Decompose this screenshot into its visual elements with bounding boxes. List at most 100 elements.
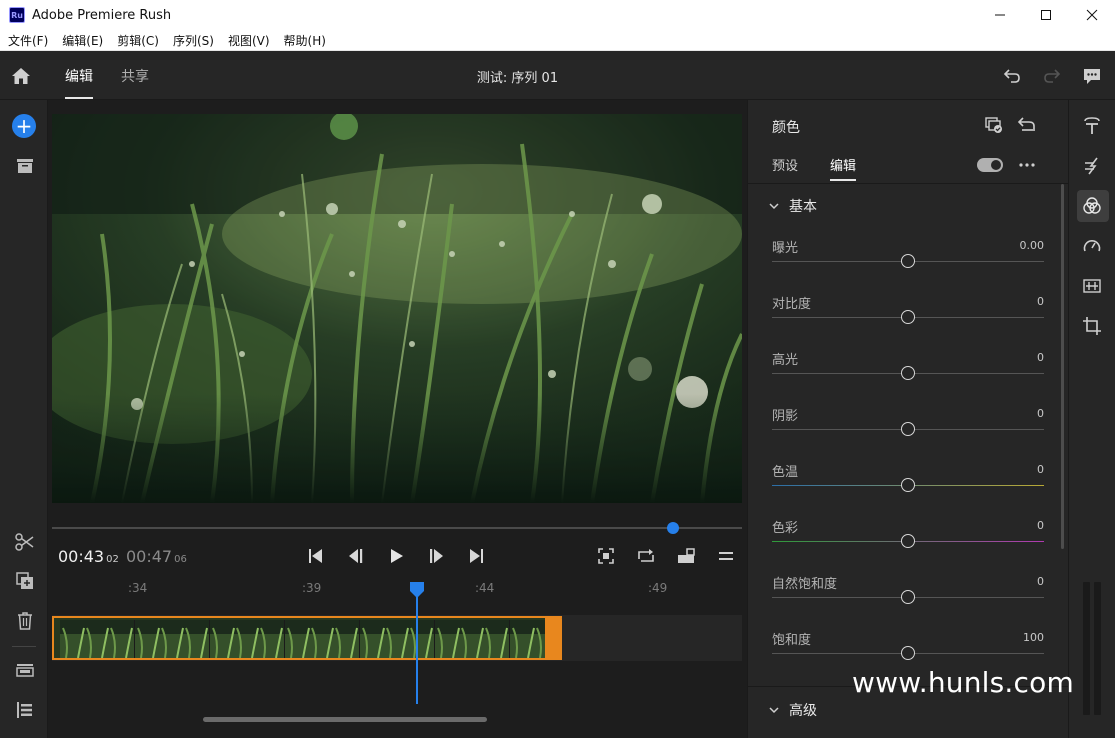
menu-lines-icon bbox=[719, 552, 733, 560]
slider-value[interactable]: 0 bbox=[1037, 519, 1044, 532]
slider-row: 对比度 0 bbox=[772, 293, 1044, 349]
slider-value[interactable]: 0.00 bbox=[1020, 239, 1045, 252]
slider-value[interactable]: 0 bbox=[1037, 575, 1044, 588]
section-basic-label: 基本 bbox=[789, 199, 817, 215]
titles-button[interactable] bbox=[1082, 116, 1102, 136]
maximize-button[interactable] bbox=[1023, 0, 1069, 30]
skip-to-end-icon bbox=[470, 549, 483, 563]
undo-button[interactable] bbox=[1002, 66, 1022, 86]
menu-help[interactable]: 帮助(H) bbox=[277, 32, 333, 49]
minimize-button[interactable] bbox=[977, 0, 1023, 30]
slider-value[interactable]: 0 bbox=[1037, 295, 1044, 308]
clip-thumbnail bbox=[360, 620, 435, 658]
duration-time: 00:47 bbox=[126, 547, 173, 566]
scrub-handle[interactable] bbox=[667, 522, 679, 534]
feedback-button[interactable] bbox=[1082, 66, 1102, 86]
panel-scrollbar[interactable] bbox=[1061, 184, 1064, 549]
clip-thumbnail bbox=[60, 620, 135, 658]
more-horizontal-icon bbox=[1019, 163, 1035, 167]
slider-label: 色温 bbox=[772, 465, 799, 480]
duplicate-button[interactable] bbox=[14, 570, 36, 592]
tab-presets[interactable]: 预设 bbox=[772, 155, 798, 174]
video-preview[interactable] bbox=[52, 114, 742, 503]
clip-thumbnail bbox=[285, 620, 360, 658]
clip-thumbnail bbox=[210, 620, 285, 658]
go-to-end-button[interactable] bbox=[466, 546, 486, 566]
track-controls-button[interactable] bbox=[14, 659, 36, 681]
next-frame-button[interactable] bbox=[426, 546, 446, 566]
slider-value[interactable]: 0 bbox=[1037, 463, 1044, 476]
timeline-options-button[interactable] bbox=[716, 546, 736, 566]
menu-view[interactable]: 视图(V) bbox=[221, 32, 277, 49]
close-button[interactable] bbox=[1069, 0, 1115, 30]
timeline-tracks-button[interactable] bbox=[14, 699, 36, 721]
color-button[interactable] bbox=[1082, 196, 1102, 216]
app-top-bar: 编辑 共享 测试: 序列 01 bbox=[0, 51, 1115, 100]
video-clip[interactable] bbox=[52, 616, 562, 660]
delete-button[interactable] bbox=[14, 610, 36, 632]
slider-knob[interactable] bbox=[901, 366, 915, 380]
reset-button[interactable] bbox=[1017, 115, 1037, 135]
previous-frame-button[interactable] bbox=[346, 546, 366, 566]
slider-value[interactable]: 0 bbox=[1037, 407, 1044, 420]
loop-button[interactable] bbox=[636, 546, 656, 566]
speed-button[interactable] bbox=[1082, 236, 1102, 256]
slider-row: 阴影 0 bbox=[772, 405, 1044, 461]
menu-sequence[interactable]: 序列(S) bbox=[166, 32, 221, 49]
fit-view-button[interactable] bbox=[596, 546, 616, 566]
play-button[interactable] bbox=[386, 546, 406, 566]
slider-knob[interactable] bbox=[901, 534, 915, 548]
toolbar-divider bbox=[12, 646, 36, 647]
align-left-icon bbox=[17, 702, 32, 718]
slider-value[interactable]: 100 bbox=[1023, 631, 1044, 644]
watermark-text: www.hunls.com bbox=[852, 666, 1074, 699]
slider-row: 曝光 0.00 bbox=[772, 237, 1044, 293]
left-toolbar: + bbox=[0, 100, 48, 738]
aspect-ratio-button[interactable] bbox=[676, 546, 696, 566]
menu-clip[interactable]: 剪辑(C) bbox=[110, 32, 166, 49]
window-controls bbox=[977, 0, 1115, 30]
reset-icon bbox=[1017, 117, 1035, 131]
section-advanced-header[interactable]: 高级 bbox=[768, 700, 817, 720]
timeline-ruler[interactable]: :34 :39 :44 :49 bbox=[49, 578, 746, 600]
clip-trim-handle[interactable] bbox=[545, 618, 562, 658]
menu-edit[interactable]: 编辑(E) bbox=[55, 32, 110, 49]
scrub-bar[interactable] bbox=[52, 522, 742, 534]
slider-knob[interactable] bbox=[901, 310, 915, 324]
section-basic-header[interactable]: 基本 bbox=[768, 196, 817, 216]
copy-to-clips-button[interactable] bbox=[984, 115, 1004, 135]
slider-knob[interactable] bbox=[901, 590, 915, 604]
current-frames: 02 bbox=[106, 554, 119, 565]
slider-label: 对比度 bbox=[772, 297, 812, 312]
tab-edit-color[interactable]: 编辑 bbox=[830, 155, 857, 181]
clip-thumbnail bbox=[135, 620, 210, 658]
color-panel: 颜色 预设 编辑 基本 曝光 0.00 对比度 0 高光 0 阴影 0 色温 0 色彩 0 自然饱和度 0… bbox=[747, 100, 1069, 738]
more-options-button[interactable] bbox=[1017, 155, 1037, 175]
skip-to-start-icon bbox=[309, 549, 322, 563]
transitions-icon bbox=[1085, 157, 1098, 175]
slider-knob[interactable] bbox=[901, 254, 915, 268]
slider-label: 色彩 bbox=[772, 521, 799, 536]
window-title: Adobe Premiere Rush bbox=[32, 7, 172, 23]
redo-button[interactable] bbox=[1042, 66, 1062, 86]
add-media-button[interactable]: + bbox=[12, 114, 36, 138]
slider-knob[interactable] bbox=[901, 422, 915, 436]
menu-file[interactable]: 文件(F) bbox=[0, 32, 55, 49]
menu-bar: 文件(F) 编辑(E) 剪辑(C) 序列(S) 视图(V) 帮助(H) bbox=[0, 30, 1115, 51]
titles-icon bbox=[1084, 117, 1100, 134]
transitions-button[interactable] bbox=[1082, 156, 1102, 176]
slider-knob[interactable] bbox=[901, 478, 915, 492]
audio-button[interactable] bbox=[1082, 276, 1102, 296]
step-back-icon bbox=[349, 549, 363, 563]
transform-button[interactable] bbox=[1082, 316, 1102, 336]
split-clip-button[interactable] bbox=[14, 531, 36, 553]
copy-layers-icon bbox=[985, 117, 1002, 133]
project-title: 测试: 序列 01 bbox=[476, 71, 559, 86]
project-assets-button[interactable] bbox=[14, 155, 36, 177]
timeline-horizontal-scrollbar[interactable] bbox=[203, 717, 487, 722]
slider-value[interactable]: 0 bbox=[1037, 351, 1044, 364]
color-enable-toggle[interactable] bbox=[977, 158, 1003, 172]
slider-knob[interactable] bbox=[901, 646, 915, 660]
total-duration: 00:47 06 bbox=[126, 547, 187, 566]
go-to-start-button[interactable] bbox=[306, 546, 326, 566]
